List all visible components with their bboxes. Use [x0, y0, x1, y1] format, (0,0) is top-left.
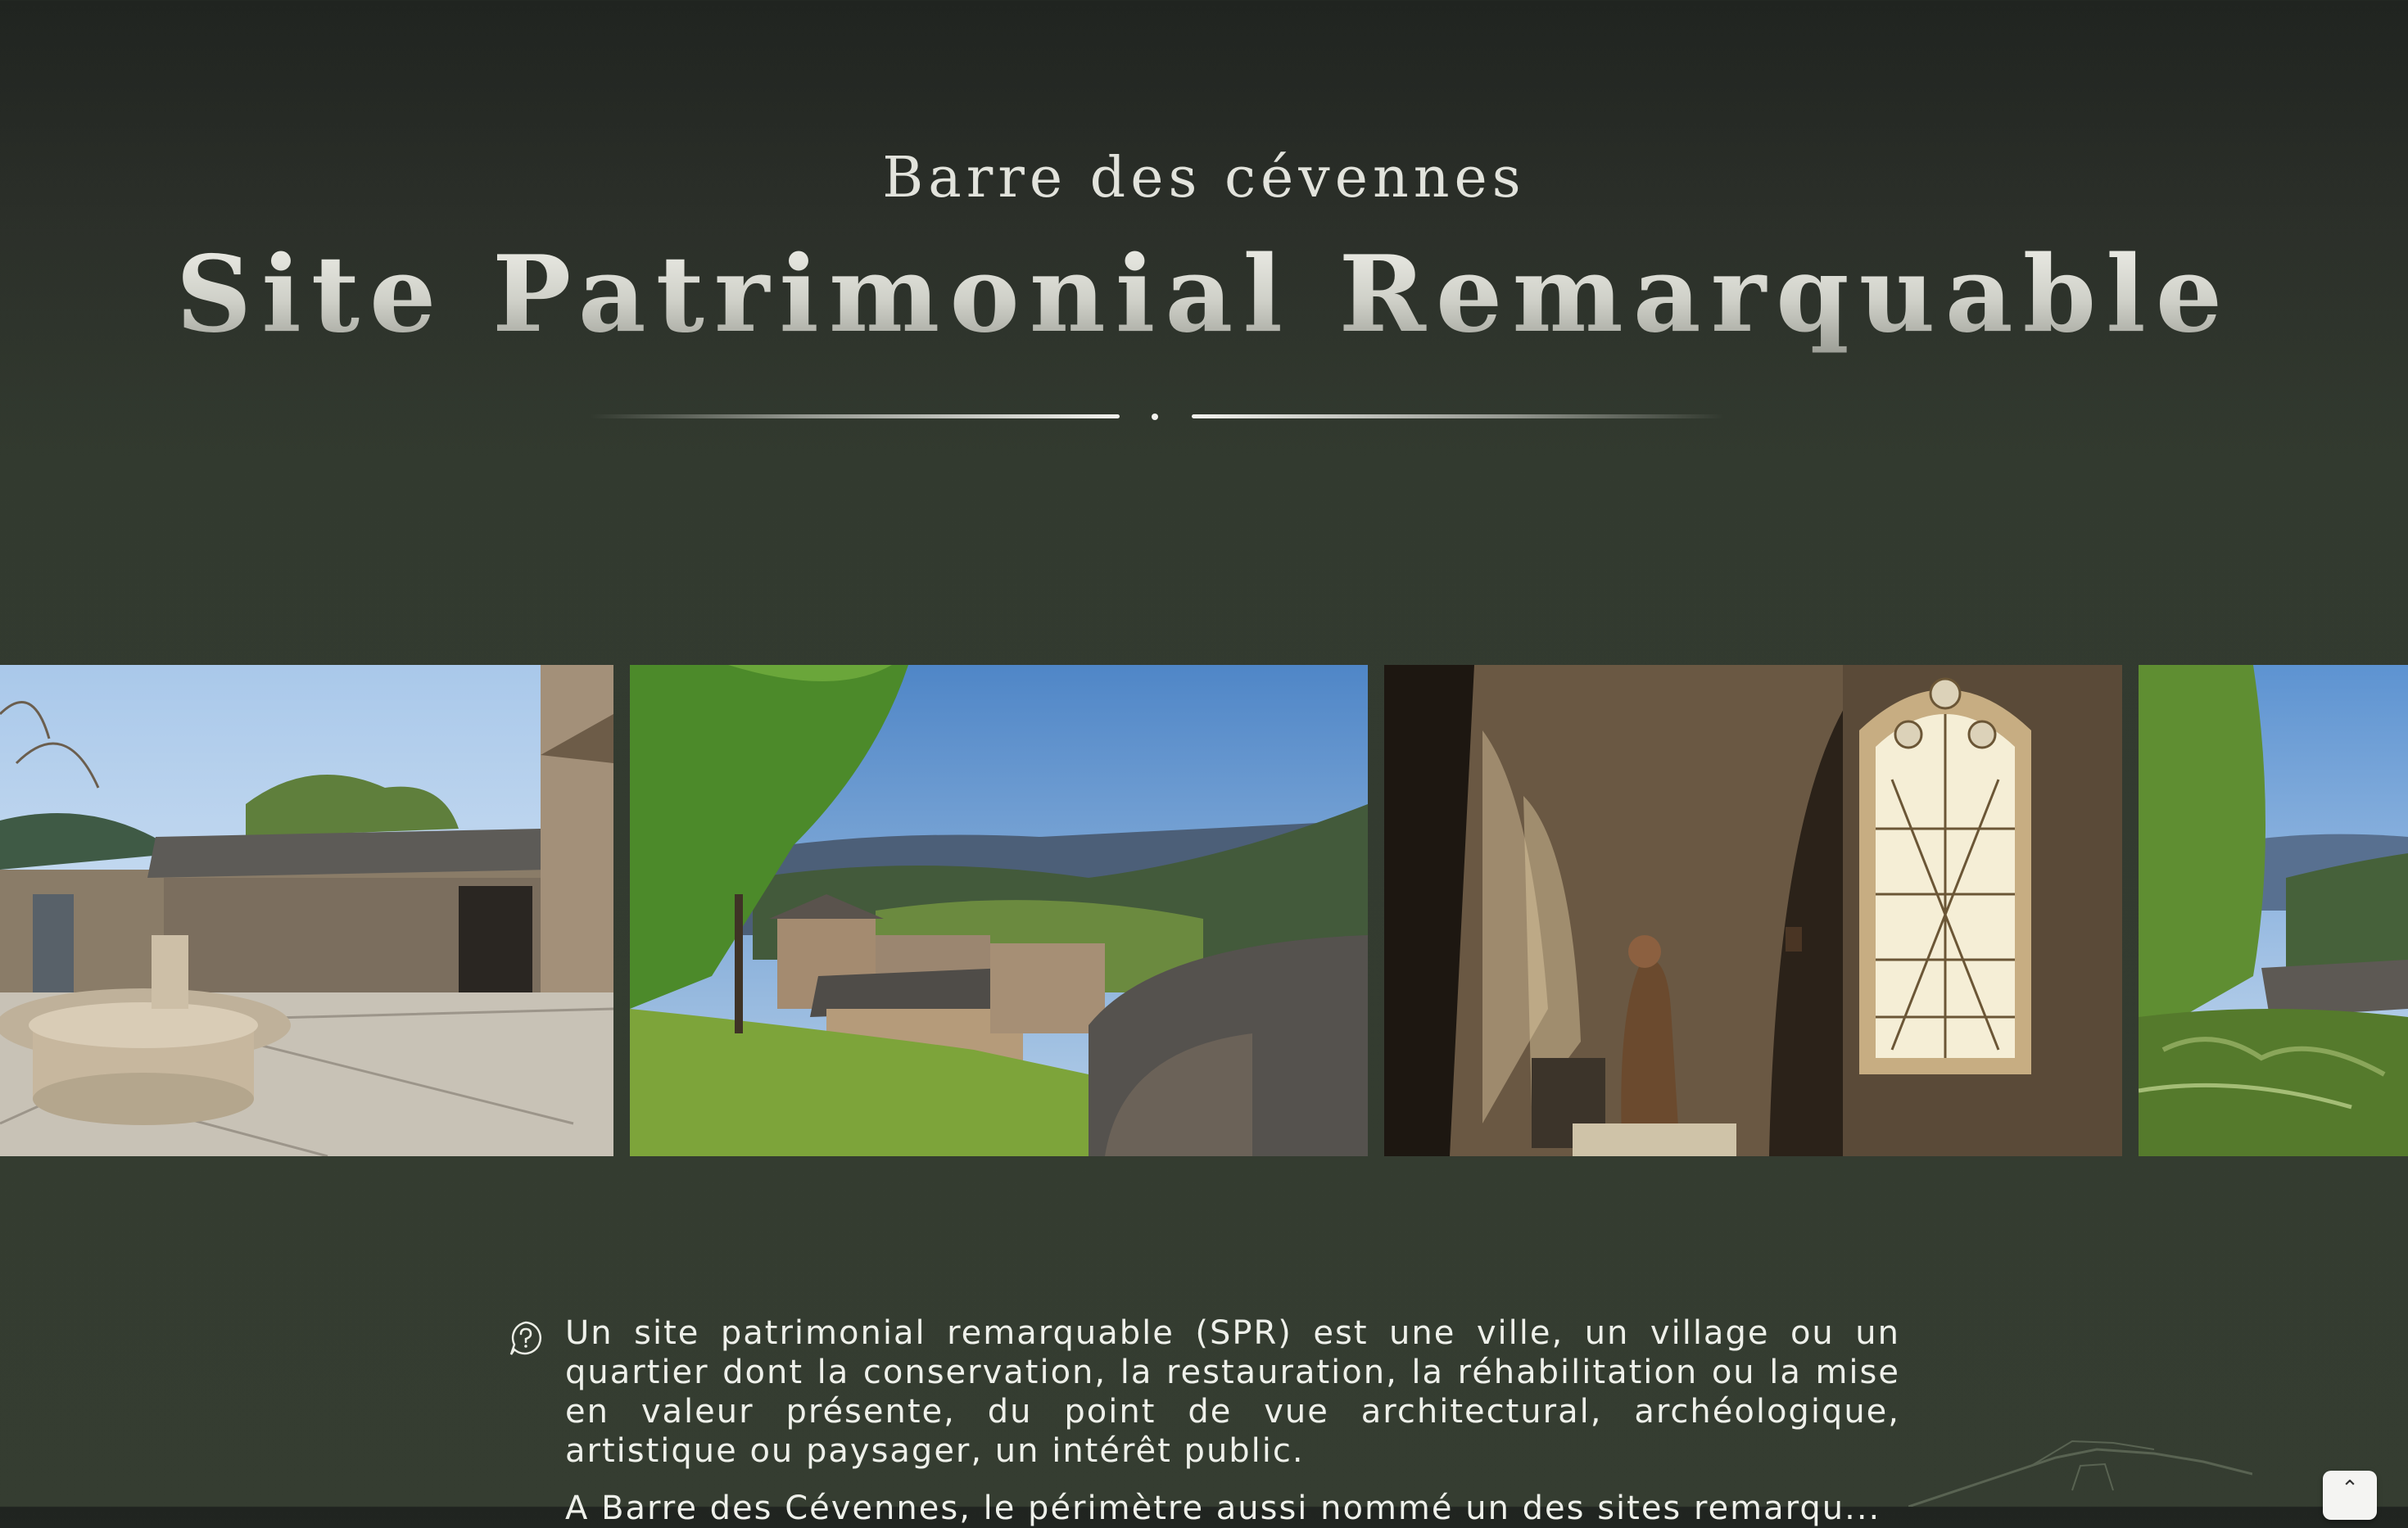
hillside-view-photo[interactable]: [2139, 665, 2408, 1156]
village-sketch-decoration: [1908, 1440, 2252, 1507]
back-to-top-button[interactable]: ⌃: [2323, 1471, 2377, 1520]
village-rooftops-valley-photo[interactable]: [630, 665, 1368, 1156]
hero-kicker: Barre des cévennes: [882, 146, 1526, 210]
divider-line-left: [590, 414, 1120, 418]
divider-line-right: [1192, 414, 1724, 418]
church-interior-window-photo[interactable]: [1384, 665, 2122, 1156]
spr-definition-text: Un site patrimonial remarquable (SPR) es…: [565, 1314, 1900, 1470]
hero-section: Barre des cévennes Site Patrimonial Rema…: [0, 0, 2408, 655]
divider-dot: [1152, 414, 1158, 420]
title-divider: [590, 411, 1736, 424]
spr-local-text: A Barre des Cévennes, le périmètre aussi…: [565, 1490, 1881, 1527]
photo-gallery[interactable]: [0, 665, 2408, 1156]
fountain-courtyard-photo[interactable]: [0, 665, 613, 1156]
question-bubble-icon: [509, 1321, 542, 1355]
page-title: Site Patrimonial Remarquable: [0, 233, 2408, 356]
